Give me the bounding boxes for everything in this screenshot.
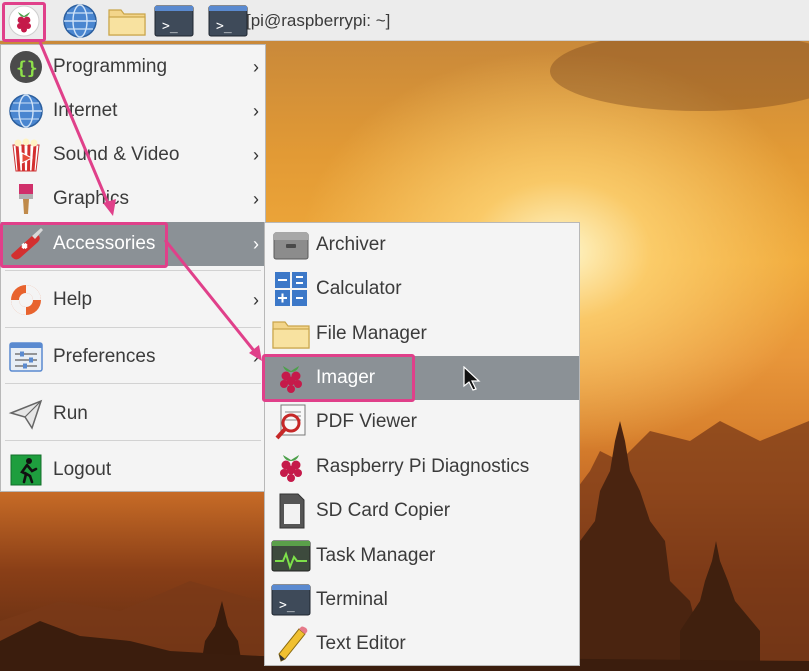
menu-separator xyxy=(5,440,261,441)
paintbrush-icon xyxy=(7,180,45,218)
menu-item-label: Logout xyxy=(53,459,112,480)
globe-icon xyxy=(7,92,45,130)
svg-text:>_: >_ xyxy=(162,19,178,34)
submenu-item-label: File Manager xyxy=(316,323,427,344)
submenu-arrow-icon: › xyxy=(253,188,259,209)
web-browser-button[interactable] xyxy=(58,2,102,40)
taskbar: >_ >_ [pi@raspberrypi: ~] xyxy=(0,0,809,41)
submenu-item-task-manager[interactable]: Task Manager xyxy=(265,534,579,578)
file-manager-icon xyxy=(108,9,146,36)
file-manager-button[interactable] xyxy=(104,2,150,40)
raspberry-menu-button[interactable] xyxy=(2,2,46,40)
menu-item-accessories[interactable]: Accessories › xyxy=(1,222,265,266)
submenu-arrow-icon: › xyxy=(253,233,259,254)
task-manager-icon xyxy=(271,537,311,575)
raspberry-icon xyxy=(271,359,311,397)
svg-text:{}: {} xyxy=(16,58,38,79)
terminal-icon: >_ xyxy=(271,581,311,619)
menu-item-label: Internet xyxy=(53,100,118,121)
menu-separator xyxy=(5,383,261,384)
menu-separator xyxy=(5,327,261,328)
svg-text:>_: >_ xyxy=(216,19,232,34)
calculator-icon xyxy=(271,270,311,308)
submenu-arrow-icon: › xyxy=(253,56,259,77)
submenu-item-file-manager[interactable]: File Manager xyxy=(265,312,579,356)
submenu-item-raspberry-pi-diagnostics[interactable]: Raspberry Pi Diagnostics xyxy=(265,445,579,489)
submenu-item-label: Imager xyxy=(316,367,376,388)
submenu-arrow-icon: › xyxy=(253,289,259,310)
submenu-item-label: Archiver xyxy=(316,234,386,255)
menu-item-internet[interactable]: Internet › xyxy=(1,89,265,133)
terminal-icon: >_ xyxy=(154,5,194,37)
menu-item-label: Help xyxy=(53,289,93,310)
menu-item-run[interactable]: Run xyxy=(1,392,265,436)
submenu-item-sd-card-copier[interactable]: SD Card Copier xyxy=(265,489,579,533)
archiver-icon xyxy=(271,226,311,264)
submenu-arrow-icon: › xyxy=(253,144,259,165)
popcorn-icon xyxy=(7,136,45,174)
submenu-item-terminal[interactable]: >_ Terminal xyxy=(265,578,579,622)
menu-item-sound-video[interactable]: Sound & Video › xyxy=(1,133,265,177)
raspberry-icon xyxy=(271,448,311,486)
submenu-item-label: SD Card Copier xyxy=(316,500,451,521)
submenu-item-label: Terminal xyxy=(316,589,388,610)
raspberry-menu-icon xyxy=(8,5,40,37)
pdf-viewer-icon xyxy=(271,403,311,441)
paper-plane-icon xyxy=(7,395,45,433)
menu-item-label: Accessories xyxy=(53,233,156,254)
menu-item-preferences[interactable]: Preferences › xyxy=(1,335,265,379)
pencil-icon xyxy=(271,625,311,663)
lifebuoy-icon xyxy=(7,281,45,319)
submenu-item-label: Raspberry Pi Diagnostics xyxy=(316,456,530,477)
menu-item-label: Run xyxy=(53,403,88,424)
main-menu: {} Programming › Internet › Sound & Vide… xyxy=(0,44,266,492)
submenu-item-label: Calculator xyxy=(316,278,402,299)
menu-separator xyxy=(5,270,261,271)
menu-item-label: Programming xyxy=(53,56,168,77)
submenu-item-text-editor[interactable]: Text Editor xyxy=(265,622,579,666)
swiss-knife-icon xyxy=(7,225,45,263)
submenu-item-label: Task Manager xyxy=(316,545,436,566)
programming-icon: {} xyxy=(7,48,45,86)
submenu-item-archiver[interactable]: Archiver xyxy=(265,223,579,267)
terminal-launcher-button[interactable]: >_ xyxy=(152,3,196,39)
accessories-submenu: Archiver Calculator File Manager Imager … xyxy=(264,222,580,666)
submenu-arrow-icon: › xyxy=(253,346,259,367)
svg-text:>_: >_ xyxy=(279,598,295,613)
menu-item-graphics[interactable]: Graphics › xyxy=(1,177,265,221)
menu-item-label: Sound & Video xyxy=(53,144,180,165)
menu-item-logout[interactable]: Logout xyxy=(1,448,265,492)
submenu-item-pdf-viewer[interactable]: PDF Viewer xyxy=(265,400,579,444)
submenu-item-label: Text Editor xyxy=(316,633,406,654)
web-browser-icon xyxy=(63,4,97,38)
submenu-item-calculator[interactable]: Calculator xyxy=(265,267,579,311)
menu-item-label: Graphics xyxy=(53,188,130,209)
preferences-icon xyxy=(7,338,45,376)
submenu-arrow-icon: › xyxy=(253,100,259,121)
taskbar-window-title[interactable]: [pi@raspberrypi: ~] xyxy=(246,0,390,41)
folder-icon xyxy=(271,315,311,353)
mouse-cursor-icon xyxy=(463,366,481,391)
menu-item-label: Preferences xyxy=(53,346,156,367)
menu-item-programming[interactable]: {} Programming › xyxy=(1,45,265,89)
terminal-window-button[interactable]: >_ xyxy=(206,3,250,39)
logout-icon xyxy=(7,451,45,489)
menu-item-help[interactable]: Help › xyxy=(1,278,265,322)
submenu-item-imager[interactable]: Imager xyxy=(265,356,579,400)
submenu-item-label: PDF Viewer xyxy=(316,411,418,432)
terminal-window-icon: >_ xyxy=(208,5,248,37)
sd-card-icon xyxy=(271,492,311,530)
